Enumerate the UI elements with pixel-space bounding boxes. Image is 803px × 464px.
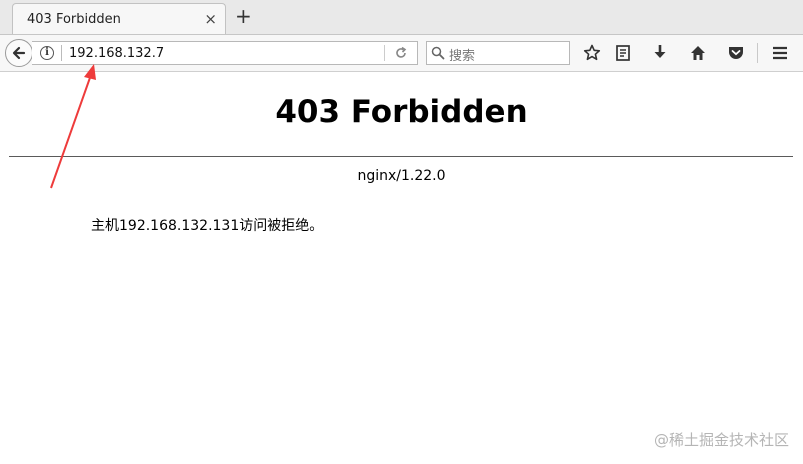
active-tab[interactable]: 403 Forbidden ×	[12, 3, 226, 34]
horizontal-rule	[9, 156, 793, 157]
server-signature: nginx/1.22.0	[357, 168, 446, 184]
tab-strip: 403 Forbidden × +	[0, 0, 803, 35]
navigation-toolbar: i 192.168.132.7 搜索	[0, 35, 803, 72]
url-divider	[61, 45, 62, 61]
back-icon	[12, 46, 26, 60]
tab-title: 403 Forbidden	[27, 12, 121, 27]
search-placeholder: 搜索	[449, 49, 476, 64]
denial-message: 主机192.168.132.131访问被拒绝。	[91, 218, 324, 234]
menu-icon[interactable]	[771, 44, 789, 62]
url-divider-right	[384, 45, 385, 61]
back-button[interactable]	[5, 39, 33, 67]
address-bar[interactable]: i 192.168.132.7	[32, 41, 418, 65]
close-tab-icon[interactable]: ×	[204, 10, 217, 28]
search-icon	[431, 46, 445, 60]
reading-list-icon[interactable]	[615, 44, 631, 62]
page-content: 403 Forbidden nginx/1.22.0 主机192.168.132…	[0, 72, 803, 464]
download-icon[interactable]	[652, 44, 668, 62]
search-bar[interactable]: 搜索	[426, 41, 570, 65]
new-tab-button[interactable]: +	[235, 5, 252, 27]
pocket-icon[interactable]	[727, 44, 745, 62]
info-icon[interactable]: i	[40, 46, 54, 60]
bookmark-star-icon[interactable]	[583, 44, 601, 62]
home-icon[interactable]	[689, 44, 707, 62]
page-heading: 403 Forbidden	[275, 94, 528, 130]
reload-icon[interactable]	[394, 46, 408, 60]
toolbar-divider	[757, 43, 758, 63]
watermark: @稀土掘金技术社区	[653, 431, 789, 449]
url-text[interactable]: 192.168.132.7	[69, 46, 164, 61]
